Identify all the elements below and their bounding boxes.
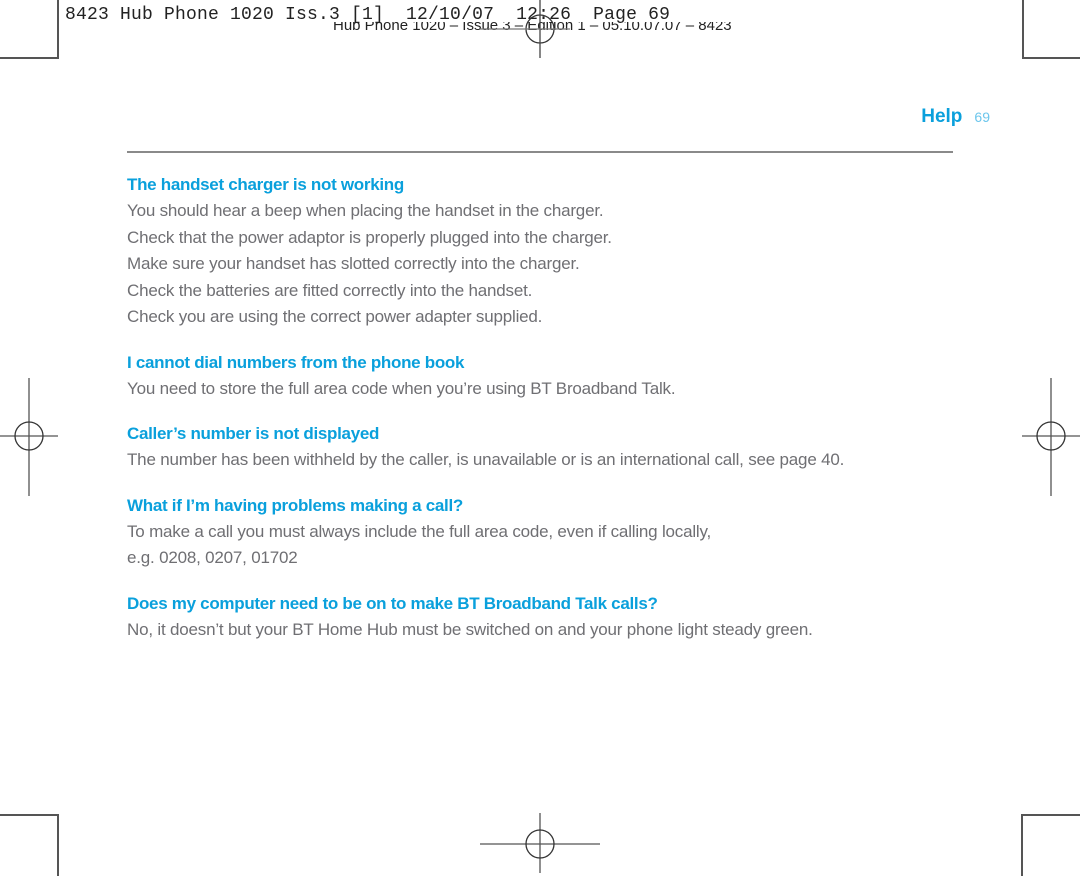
body-line: Make sure your handset has slotted corre… bbox=[127, 254, 580, 273]
crop-mark-top-left bbox=[0, 0, 59, 59]
crop-mark-bottom-left bbox=[0, 814, 59, 876]
section-heading: I cannot dial numbers from the phone boo… bbox=[127, 352, 465, 372]
body-line: The number has been withheld by the call… bbox=[127, 450, 845, 469]
help-section-charger: The handset charger is not working You s… bbox=[127, 172, 957, 331]
section-heading: The handset charger is not working bbox=[127, 175, 404, 194]
help-section-phone-book: I cannot dial numbers from the phone boo… bbox=[127, 350, 957, 403]
header-rule bbox=[127, 151, 953, 153]
section-heading: What if I’m having problems making a cal… bbox=[127, 495, 463, 515]
help-section-computer-on: Does my computer need to be on to make B… bbox=[127, 591, 957, 644]
page-number: 69 bbox=[974, 109, 990, 125]
body-line: e.g. 0208, 0207, 01702 bbox=[127, 548, 298, 567]
help-content: The handset charger is not working You s… bbox=[127, 172, 957, 662]
help-section-caller-number: Caller’s number is not displayed The num… bbox=[127, 421, 957, 474]
body-line: Check the batteries are fitted correctly… bbox=[127, 280, 533, 300]
help-section-making-call: What if I’m having problems making a cal… bbox=[127, 493, 957, 572]
registration-mark-top-icon bbox=[480, 0, 570, 58]
body-line: Check that the power adaptor is properly… bbox=[127, 227, 612, 247]
registration-mark-right-icon bbox=[1022, 378, 1080, 496]
running-head: Help 69 bbox=[921, 106, 990, 128]
body-line: No, it doesn’t but your BT Home Hub must… bbox=[127, 619, 813, 639]
body-line: To make a call you must always include t… bbox=[127, 521, 712, 541]
section-heading: Does my computer need to be on to make B… bbox=[127, 593, 658, 613]
body-line: You need to store the full area code whe… bbox=[127, 378, 676, 398]
crop-mark-bottom-right bbox=[1021, 814, 1080, 876]
running-head-section: Help bbox=[921, 106, 963, 127]
registration-mark-bottom-icon bbox=[480, 813, 600, 873]
body-line: Check you are using the correct power ad… bbox=[127, 307, 543, 326]
crop-mark-top-right bbox=[1022, 0, 1080, 59]
body-line: You should hear a beep when placing the … bbox=[127, 201, 604, 220]
registration-mark-left-icon bbox=[0, 378, 58, 496]
section-heading: Caller’s number is not displayed bbox=[127, 424, 380, 443]
